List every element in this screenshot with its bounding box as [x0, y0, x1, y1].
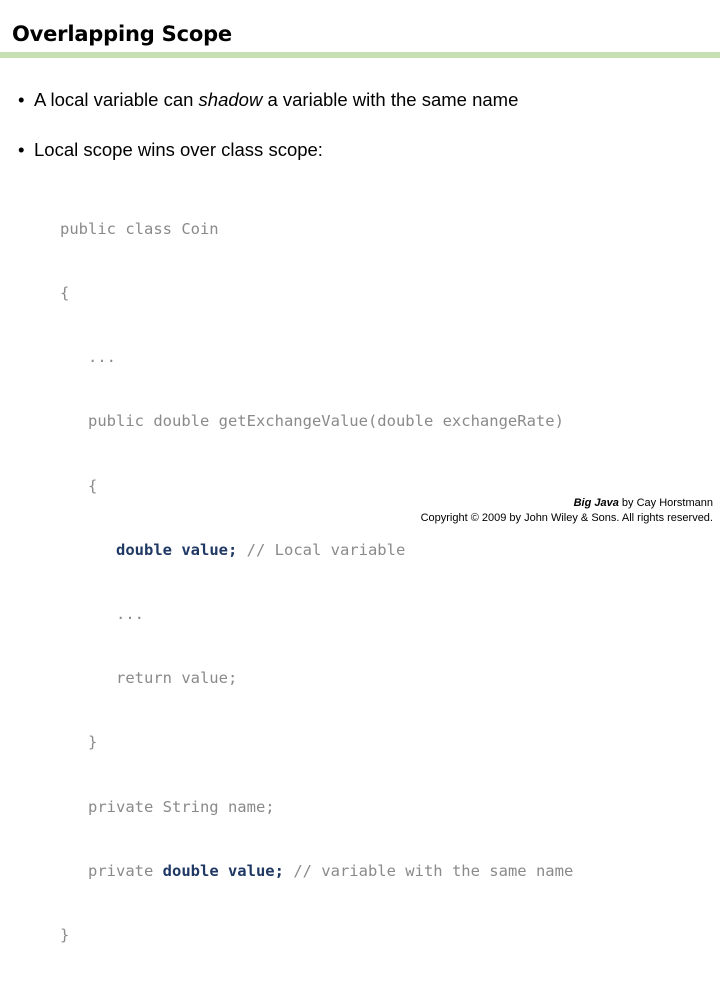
slide-footer: Big Java by Cay Horstmann Copyright © 20… [0, 496, 713, 526]
code-text: public double getExchangeValue(double ex… [60, 412, 564, 431]
list-item: • Local scope wins over class scope: [0, 138, 700, 162]
list-item-text: A local variable can shadow a variable w… [34, 89, 518, 110]
bullet-text-before: A local variable can [34, 89, 199, 110]
code-text: ... [60, 348, 116, 367]
bullet-text-after: a variable with the same name [262, 89, 519, 110]
bullet-text-emphasis: shadow [198, 89, 263, 110]
code-comment: // Local variable [237, 540, 406, 559]
code-text: return value; [60, 669, 238, 688]
code-line: } [60, 732, 573, 753]
footer-copyright: Copyright © 2009 by John Wiley & Sons. A… [420, 512, 713, 524]
bullet-marker-icon: • [18, 89, 25, 110]
code-line: double value; // Local variable [60, 540, 573, 561]
code-line: private String name; [60, 797, 573, 818]
code-indent: private [60, 861, 163, 880]
list-item: • A local variable can shadow a variable… [0, 88, 700, 112]
code-text: { [60, 476, 98, 495]
page-title: Overlapping Scope [12, 22, 232, 46]
code-line: ... [60, 604, 573, 625]
code-highlight: double value; [162, 861, 284, 880]
code-text: private String name; [60, 797, 275, 816]
code-line: } [60, 925, 573, 946]
bullet-marker-icon: • [18, 139, 25, 160]
code-text: } [60, 733, 98, 752]
code-line: { [60, 476, 573, 497]
code-text: { [60, 284, 70, 303]
code-line: { [60, 283, 573, 304]
code-line: return value; [60, 668, 573, 689]
code-text: ... [60, 605, 144, 624]
code-line: ... [60, 347, 573, 368]
code-text: } [60, 926, 70, 945]
slide: Overlapping Scope • A local variable can… [0, 0, 720, 944]
code-line: public class Coin [60, 219, 573, 240]
bullet-text-before: Local scope wins over class scope: [34, 139, 323, 160]
title-divider [0, 52, 720, 58]
code-text: public class Coin [60, 219, 219, 238]
code-comment: // variable with the same name [283, 861, 574, 880]
code-sample: public class Coin { ... public double ge… [60, 176, 573, 989]
footer-byline: by Cay Horstmann [618, 497, 713, 509]
code-highlight: double value; [116, 540, 238, 559]
bullet-list: • A local variable can shadow a variable… [0, 88, 700, 162]
code-line: public double getExchangeValue(double ex… [60, 411, 573, 432]
code-line: private double value; // variable with t… [60, 861, 573, 882]
list-item-text: Local scope wins over class scope: [34, 139, 323, 160]
footer-book-title: Big Java [573, 497, 619, 509]
footer-attribution: Big Java by Cay Horstmann [0, 496, 713, 511]
